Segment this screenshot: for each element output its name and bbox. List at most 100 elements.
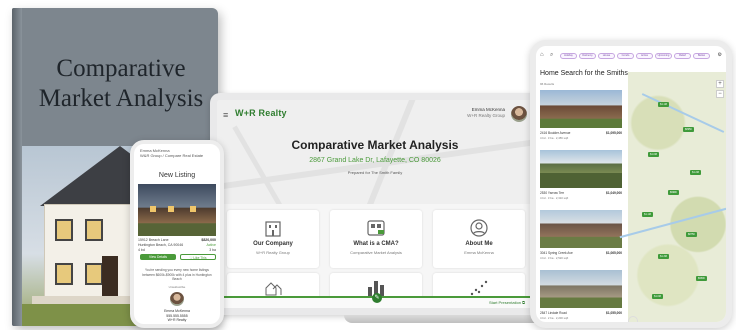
listing-photo[interactable]	[138, 184, 216, 236]
filter-chip[interactable]: Holiday	[560, 53, 577, 59]
listing-row: Huntington Beach, CA 90046 Active	[138, 243, 216, 247]
lit-window	[190, 206, 196, 212]
price-pin[interactable]: $1.3M	[658, 254, 669, 259]
card-subtitle: Emma McKenna	[464, 250, 494, 255]
listing-baths: 3 ba	[209, 248, 216, 252]
alert-note: You're sending you every new home listin…	[142, 268, 212, 281]
laptop-screen: ≡ W+R Realty Emma McKenna W+R Realty Gro…	[210, 93, 540, 315]
price-pin[interactable]: $1.0M	[648, 152, 659, 157]
price-pin[interactable]: $1.0M	[652, 294, 663, 299]
filter-chip[interactable]: Below	[693, 53, 710, 59]
house-window	[85, 219, 103, 241]
like-this-button[interactable]: ♡ Like This	[180, 254, 216, 260]
home-address: 2847 Lindale Road	[540, 311, 567, 315]
card-subtitle: Comparative Market Analysis	[350, 250, 402, 255]
marketing-scene: Comparative Market Analysis ≡ W+R Realty…	[0, 0, 736, 330]
presentation-topbar: ≡ W+R Realty Emma McKenna W+R Realty Gro…	[223, 106, 527, 124]
view-details-button[interactable]: View Details	[140, 254, 176, 260]
house-window	[85, 263, 103, 285]
agent-site: W+R Realty	[167, 318, 187, 322]
home-details: 4 bd · 3 ba · 2,456 sqft	[540, 136, 569, 140]
price-pin[interactable]: $895K	[683, 127, 694, 132]
agent-avatar[interactable]	[511, 106, 527, 122]
home-address: 2530 Yarrow Terr	[540, 191, 565, 195]
card-about-me[interactable]: About Me Emma McKenna	[433, 210, 525, 268]
price-pin[interactable]: $1.1M	[642, 212, 653, 217]
book-title: Comparative Market Analysis	[30, 54, 212, 114]
book-spine	[12, 8, 22, 326]
filter-chip[interactable]: Relief	[674, 53, 691, 59]
start-presentation-button[interactable]: Start Presentation ⧉	[489, 300, 525, 305]
search-icon[interactable]: ⌕	[550, 52, 553, 59]
hamburger-menu-icon[interactable]: ≡	[223, 110, 228, 120]
listing-row: 15912 Breach Lane $820,000	[138, 238, 216, 242]
price-pin[interactable]: $1.1M	[658, 102, 669, 107]
email-sender-org: W&R Group / Compare Real Estate	[140, 153, 204, 158]
home-price: $1,049,000	[606, 191, 622, 195]
price-pin[interactable]: $1.2M	[690, 170, 701, 175]
card-title: About Me	[465, 241, 493, 247]
home-list: Home Search for the Smiths 96 Results 24…	[540, 70, 628, 322]
listing-price: $820,000	[201, 238, 216, 242]
presentation-footer: ✎ Start Presentation ⧉	[217, 293, 533, 308]
filter-chip[interactable]: Condo	[617, 53, 634, 59]
filter-chip[interactable]: Dalmony	[579, 53, 596, 59]
home-icon[interactable]: ⌂	[540, 52, 544, 58]
start-presentation-label: Start Presentation	[489, 300, 522, 305]
home-card[interactable]: 2530 Yarrow Terr $1,049,000 4 bd · 3 ba …	[540, 150, 622, 210]
filter-chip[interactable]: Upcoming	[655, 53, 672, 59]
home-card[interactable]: 3041 Spring Creek Ave $1,065,000 4 bd · …	[540, 210, 622, 270]
building-icon	[263, 218, 283, 238]
prepared-for: Prepared for The Smith Family	[347, 170, 403, 175]
house-window	[55, 263, 73, 285]
home-details: 4 bd · 3 ba · 2,520 sqft	[540, 256, 569, 260]
home-price: $1,065,000	[606, 251, 622, 255]
agent-info: Emma McKenna W+R Realty Group	[467, 107, 505, 119]
phone-screen: Emma McKenna W&R Group / Compare Real Es…	[130, 140, 224, 328]
home-details: 4 bd · 3 ba · 2,310 sqft	[540, 196, 569, 200]
edit-pencil-icon[interactable]: ✎	[372, 293, 382, 303]
cma-icon	[366, 218, 386, 238]
zoom-in-button[interactable]: +	[716, 80, 724, 88]
zoom-out-button[interactable]: −	[716, 90, 724, 98]
house-door	[102, 256, 118, 296]
house-window	[55, 219, 73, 241]
price-pin[interactable]: $999K	[668, 190, 679, 195]
price-pin[interactable]: $875K	[686, 232, 697, 237]
home-card[interactable]: 2416 Boulder Avenue $1,095,000 4 bd · 3 …	[540, 90, 622, 150]
filter-bar: ⌂ ⌕ Holiday Dalmony House Condo Active U…	[536, 50, 726, 62]
home-photo	[540, 90, 622, 128]
lit-window	[150, 206, 156, 212]
listing-status: Active	[206, 243, 216, 247]
listing-beds: 4 bd	[138, 248, 145, 252]
home-card[interactable]: 2847 Lindale Road $1,055,000 4 bd · 2 ba…	[540, 270, 622, 322]
settings-icon[interactable]: ⚙	[718, 52, 722, 58]
book-title-line1: Comparative	[56, 55, 186, 82]
listing-row: 4 bd 3 ba	[138, 248, 216, 252]
person-icon	[469, 218, 489, 238]
tablet-home-button	[628, 316, 638, 322]
card-subtitle: W+R Realty Group	[256, 250, 290, 255]
card-our-company[interactable]: Our Company W+R Realty Group	[227, 210, 319, 268]
property-address: 2867 Grand Lake Dr, Lafayette, CO 80026	[309, 157, 441, 164]
home-photo	[540, 210, 622, 248]
unsubscribe-link[interactable]: Unsubscribe	[134, 285, 220, 289]
card-what-is-cma[interactable]: What is a CMA? Comparative Market Analys…	[330, 210, 422, 268]
home-address: 2416 Boulder Avenue	[540, 131, 571, 135]
scatter-icon	[470, 280, 488, 296]
map-river	[619, 207, 726, 239]
agent-company: W+R Realty Group	[467, 113, 505, 118]
listing-city: Huntington Beach, CA 90046	[138, 243, 184, 247]
price-pin[interactable]: $950K	[696, 276, 707, 281]
home-photo	[540, 270, 622, 308]
home-price: $1,055,000	[606, 311, 622, 315]
card-title: Our Company	[253, 241, 293, 247]
house-compare-icon	[265, 282, 282, 296]
search-map[interactable]: $1.1M $895K $1.0M $1.2M $999K $1.1M $875…	[619, 72, 726, 322]
agent-signature: Emma McKenna 555.555.5555 W+R Realty	[134, 309, 220, 323]
book-title-line2: Market Analysis	[38, 85, 204, 112]
filter-chip[interactable]: Active	[636, 53, 653, 59]
filter-chip[interactable]: House	[598, 53, 615, 59]
email-title: New Listing	[158, 172, 196, 179]
company-logo: W+R Realty	[235, 108, 287, 118]
